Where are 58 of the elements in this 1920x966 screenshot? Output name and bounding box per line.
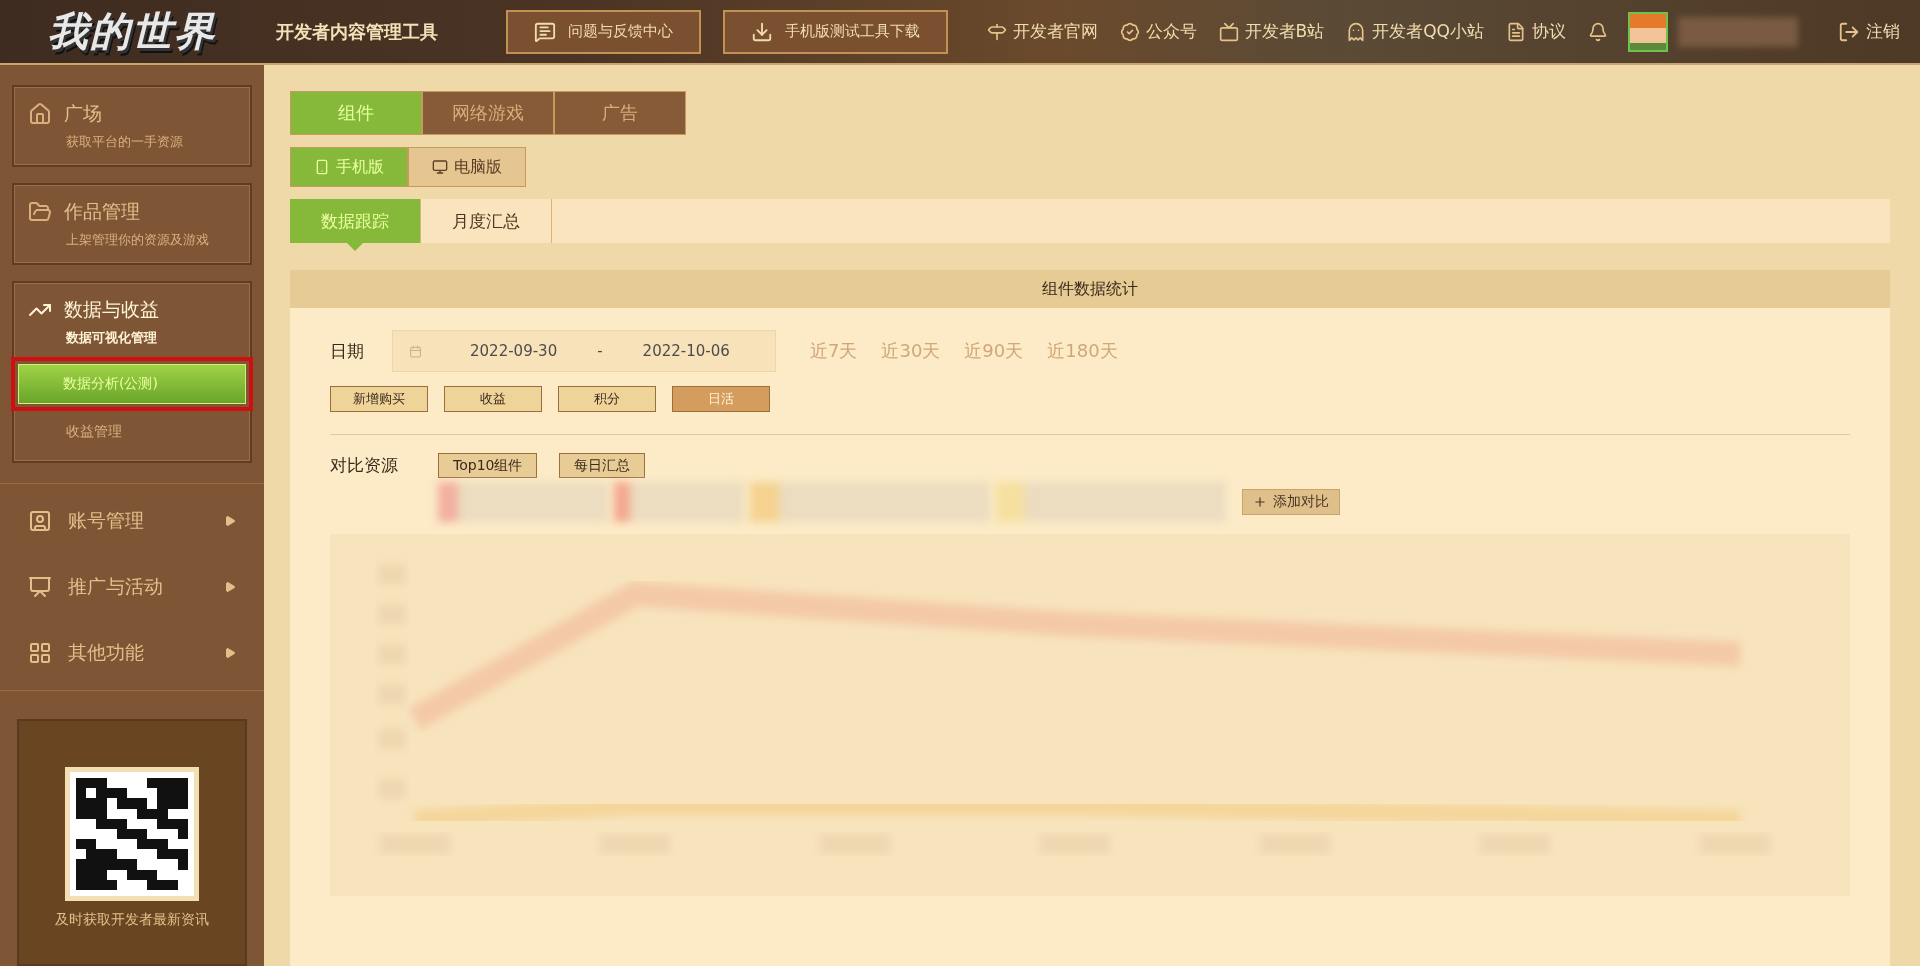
tab-pointer-icon (347, 243, 363, 251)
caret-icon (224, 647, 236, 659)
caret-icon (224, 581, 236, 593)
nav-card-title[interactable]: 数据与收益 (64, 297, 159, 323)
nav-card-subtitle: 上架管理你的资源及游戏 (66, 231, 210, 249)
grid-icon (28, 641, 52, 665)
platform-tab[interactable]: 电脑版 (408, 147, 526, 187)
logout-icon (1838, 20, 1860, 43)
category-tab[interactable]: 广告 (554, 91, 686, 135)
compare-button[interactable]: Top10组件 (438, 453, 538, 478)
tablet-icon (314, 159, 330, 175)
category-tab[interactable]: 网络游戏 (422, 91, 554, 135)
date-label: 日期 (330, 339, 365, 363)
header-link[interactable]: 协议 (1506, 20, 1566, 43)
signboard-icon (28, 575, 52, 599)
nav-menu-item[interactable]: 账号管理 (0, 488, 264, 554)
tv-icon (1218, 21, 1239, 42)
feedback-button[interactable]: 问题与反馈中心 (506, 9, 701, 54)
date-separator: - (597, 342, 603, 360)
start-date: 2022-09-30 (470, 342, 558, 360)
download-button[interactable]: 手机版测试工具下载 (723, 9, 948, 54)
badge-icon (1119, 21, 1140, 42)
calendar-icon (409, 344, 422, 358)
header-link[interactable]: 开发者QQ小站 (1346, 20, 1484, 43)
qr-caption: 及时获取开发者最新资讯 (55, 911, 209, 929)
header-link[interactable]: 开发者官网 (986, 20, 1098, 43)
chat-icon (534, 20, 556, 43)
download-icon (751, 20, 773, 43)
header-link[interactable]: 开发者B站 (1218, 20, 1325, 43)
nav-card-title[interactable]: 作品管理 (64, 199, 140, 225)
metric-button[interactable]: 新增购买 (330, 386, 428, 412)
app-title: 开发者内容管理工具 (276, 19, 438, 44)
nav-card-title[interactable]: 广场 (64, 101, 102, 127)
nav-menu-item[interactable]: 其他功能 (0, 620, 264, 686)
date-range-field[interactable]: 2022-09-30 - 2022-10-06 (392, 330, 776, 372)
nav-card-subtitle: 数据可视化管理 (66, 329, 158, 347)
home-icon (28, 102, 52, 126)
notification-icon[interactable] (1588, 21, 1608, 42)
end-date: 2022-10-06 (642, 342, 730, 360)
header-link[interactable]: 公众号 (1119, 20, 1197, 43)
document-icon (1506, 21, 1526, 42)
metric-button[interactable]: 收益 (444, 386, 542, 412)
plus-icon (1253, 495, 1267, 509)
avatar[interactable] (1628, 11, 1668, 52)
compare-label: 对比资源 (330, 454, 398, 477)
caret-icon (224, 515, 236, 527)
panel-title: 组件数据统计 (290, 270, 1890, 308)
game-logo: 我的世界 (47, 7, 217, 56)
signpost-icon (986, 21, 1007, 42)
metric-button[interactable]: 积分 (558, 386, 656, 412)
view-tab[interactable]: 月度汇总 (421, 199, 552, 243)
nav-menu-item[interactable]: 推广与活动 (0, 554, 264, 620)
monitor-icon (432, 159, 448, 175)
folder-icon (28, 200, 52, 224)
logout-link[interactable]: 注销 (1838, 20, 1900, 43)
compare-button[interactable]: 每日汇总 (559, 453, 646, 478)
add-compare-button[interactable]: 添加对比 (1242, 489, 1340, 515)
nav-subitem[interactable]: 收益管理 (28, 417, 240, 447)
